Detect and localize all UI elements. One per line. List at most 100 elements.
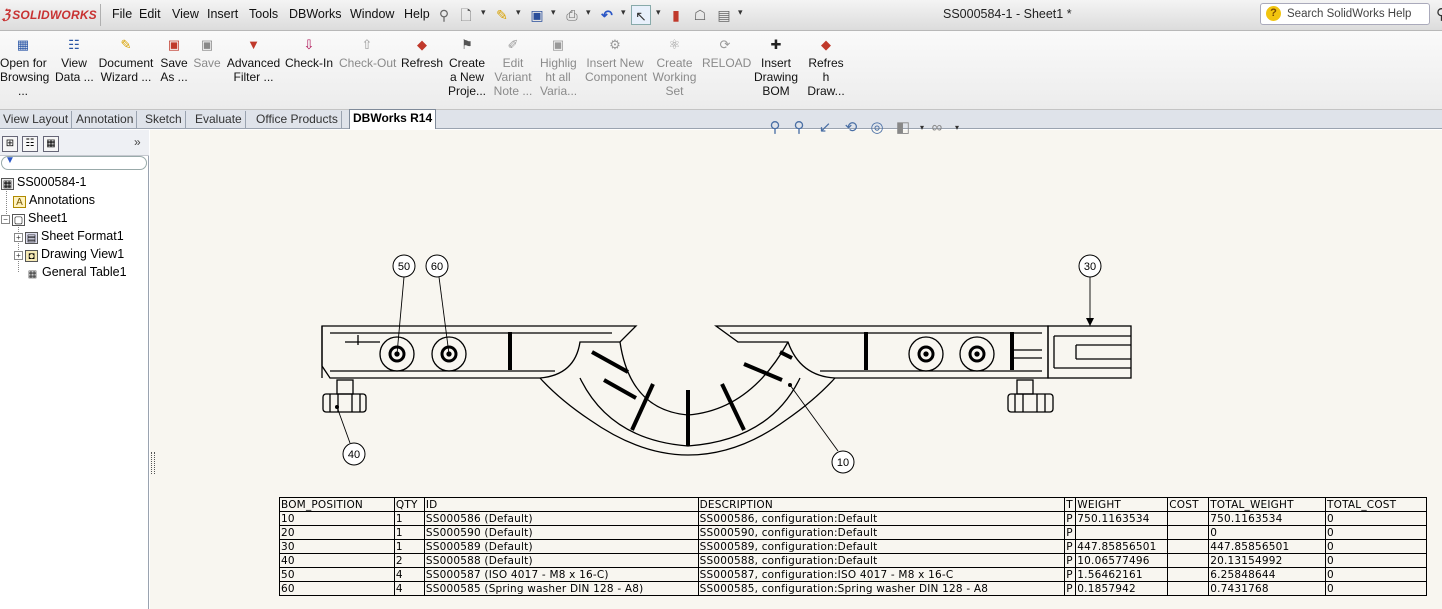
bom-cell: P (1064, 539, 1077, 554)
part-outline (714, 325, 1049, 379)
bom-cell: SS000589 (Default) (423, 539, 699, 554)
bom-cell: 1.56462161 (1075, 567, 1169, 582)
balloon-50[interactable]: 50 (398, 261, 410, 273)
bom-cell: 30 (279, 539, 395, 554)
bom-cell: 4 (393, 567, 425, 582)
rib (779, 350, 793, 360)
leader-dot (335, 405, 339, 409)
table-row[interactable]: 40 2 SS000588 (Default) SS000588, configura… (279, 553, 1427, 568)
leader-dot (788, 383, 792, 387)
bom-cell: 750.1163534 (1075, 511, 1169, 526)
bom-cell: 6.25848644 (1208, 567, 1327, 582)
bom-cell: SS000589, configuration:Default (697, 539, 1066, 554)
part-outline (345, 335, 380, 345)
leader-dot (447, 352, 451, 356)
leader-dot (395, 352, 399, 356)
balloon-60[interactable]: 60 (431, 261, 443, 273)
bom-cell: 1 (393, 511, 425, 526)
bom-cell: 1 (393, 525, 425, 540)
bom-cell: SS000587, configuration:ISO 4017 - M8 x … (697, 567, 1066, 582)
bom-header-cell: BOM_POSITION (279, 497, 395, 512)
bom-cell: 0 (1325, 511, 1427, 526)
bom-cell (1167, 581, 1210, 596)
leader-line (438, 276, 450, 355)
bom-cell: 10 (279, 511, 395, 526)
bom-cell: 0 (1325, 525, 1427, 540)
bom-cell (1075, 525, 1169, 540)
table-row[interactable]: 10 1 SS000586 (Default) SS000586, configura… (279, 511, 1427, 526)
bom-cell: SS000590 (Default) (423, 525, 699, 540)
bom-cell: 1 (393, 539, 425, 554)
bom-header-row: BOM_POSITION QTY ID DESCRIPTION T WEIGHT… (279, 497, 1427, 512)
washer-right-1 (908, 336, 944, 372)
bom-cell (1167, 525, 1210, 540)
bom-header-cell: QTY (393, 497, 425, 512)
solidworks-window: ℨ SOLIDWORKS File Edit View Insert Tools … (0, 0, 1442, 609)
bom-cell: 0 (1208, 525, 1327, 540)
balloon-10[interactable]: 10 (837, 457, 849, 469)
table-row[interactable]: 20 1 SS000590 (Default) SS000590, configura… (279, 525, 1427, 540)
leader-arrow (1086, 318, 1094, 326)
bom-cell: SS000588, configuration:Default (697, 553, 1066, 568)
bom-cell: 0 (1325, 539, 1427, 554)
bom-cell (1167, 567, 1210, 582)
bom-table[interactable]: BOM_POSITION QTY ID DESCRIPTION T WEIGHT… (279, 497, 1427, 596)
bom-cell: P (1064, 567, 1077, 582)
part-outline (321, 325, 638, 379)
bom-cell: 0.1857942 (1075, 581, 1169, 596)
part-outline (1053, 335, 1131, 369)
table-row[interactable]: 60 4 SS000585 (Spring washer DIN 128 - A8)… (279, 581, 1427, 596)
rib (630, 383, 655, 431)
part-outline (1010, 349, 1042, 359)
bom-cell: SS000585 (Spring washer DIN 128 - A8) (423, 581, 699, 596)
bom-cell: SS000590, configuration:Default (697, 525, 1066, 540)
bom-header-cell: TOTAL_WEIGHT (1208, 497, 1327, 512)
bom-cell: 40 (279, 553, 395, 568)
leader-line (396, 276, 405, 355)
bom-cell: 0.7431768 (1208, 581, 1327, 596)
bom-cell: SS000585, configuration:Spring washer DI… (697, 581, 1066, 596)
leader-line (789, 384, 839, 452)
bom-cell: SS000586 (Default) (423, 511, 699, 526)
bom-cell: 2 (393, 553, 425, 568)
bom-cell: 60 (279, 581, 395, 596)
bom-cell: P (1064, 581, 1077, 596)
bom-cell: 0 (1325, 553, 1427, 568)
table-row[interactable]: 30 1 SS000589 (Default) SS000589, configura… (279, 539, 1427, 554)
bom-header-cell: ID (423, 497, 699, 512)
bom-body: 10 1 SS000586 (Default) SS000586, configura… (279, 511, 1427, 596)
bom-cell: P (1064, 553, 1077, 568)
bom-cell: SS000587 (ISO 4017 - M8 x 16-C) (423, 567, 699, 582)
bom-header-cell: TOTAL_COST (1325, 497, 1427, 512)
bom-cell (1167, 539, 1210, 554)
bom-cell: P (1064, 525, 1077, 540)
bom-header-cell: DESCRIPTION (697, 497, 1066, 512)
rib (720, 383, 746, 431)
washer-right-2 (959, 336, 995, 372)
bom-cell: 447.85856501 (1075, 539, 1169, 554)
bom-cell (1167, 553, 1210, 568)
bom-cell: 50 (279, 567, 395, 582)
balloon-30[interactable]: 30 (1084, 261, 1096, 273)
balloon-40[interactable]: 40 (348, 449, 360, 461)
bom-cell: P (1064, 511, 1077, 526)
bom-header-cell: T (1064, 497, 1077, 512)
bom-cell: 447.85856501 (1208, 539, 1327, 554)
bom-cell: 20 (279, 525, 395, 540)
bom-cell (1167, 511, 1210, 526)
bom-cell: 10.06577496 (1075, 553, 1169, 568)
bom-cell: SS000588 (Default) (423, 553, 699, 568)
bom-cell: 0 (1325, 581, 1427, 596)
table-row[interactable]: 50 4 SS000587 (ISO 4017 - M8 x 16-C) SS0005… (279, 567, 1427, 582)
bom-header-cell: WEIGHT (1075, 497, 1169, 512)
bom-cell: 20.13154992 (1208, 553, 1327, 568)
bom-cell: 4 (393, 581, 425, 596)
bom-header-cell: COST (1167, 497, 1210, 512)
foot-left (322, 379, 367, 413)
bom-cell: 0 (1325, 567, 1427, 582)
foot-right (1007, 379, 1054, 413)
bom-cell: SS000586, configuration:Default (697, 511, 1066, 526)
rib (603, 378, 637, 400)
end-block (1047, 325, 1132, 379)
bom-cell: 750.1163534 (1208, 511, 1327, 526)
